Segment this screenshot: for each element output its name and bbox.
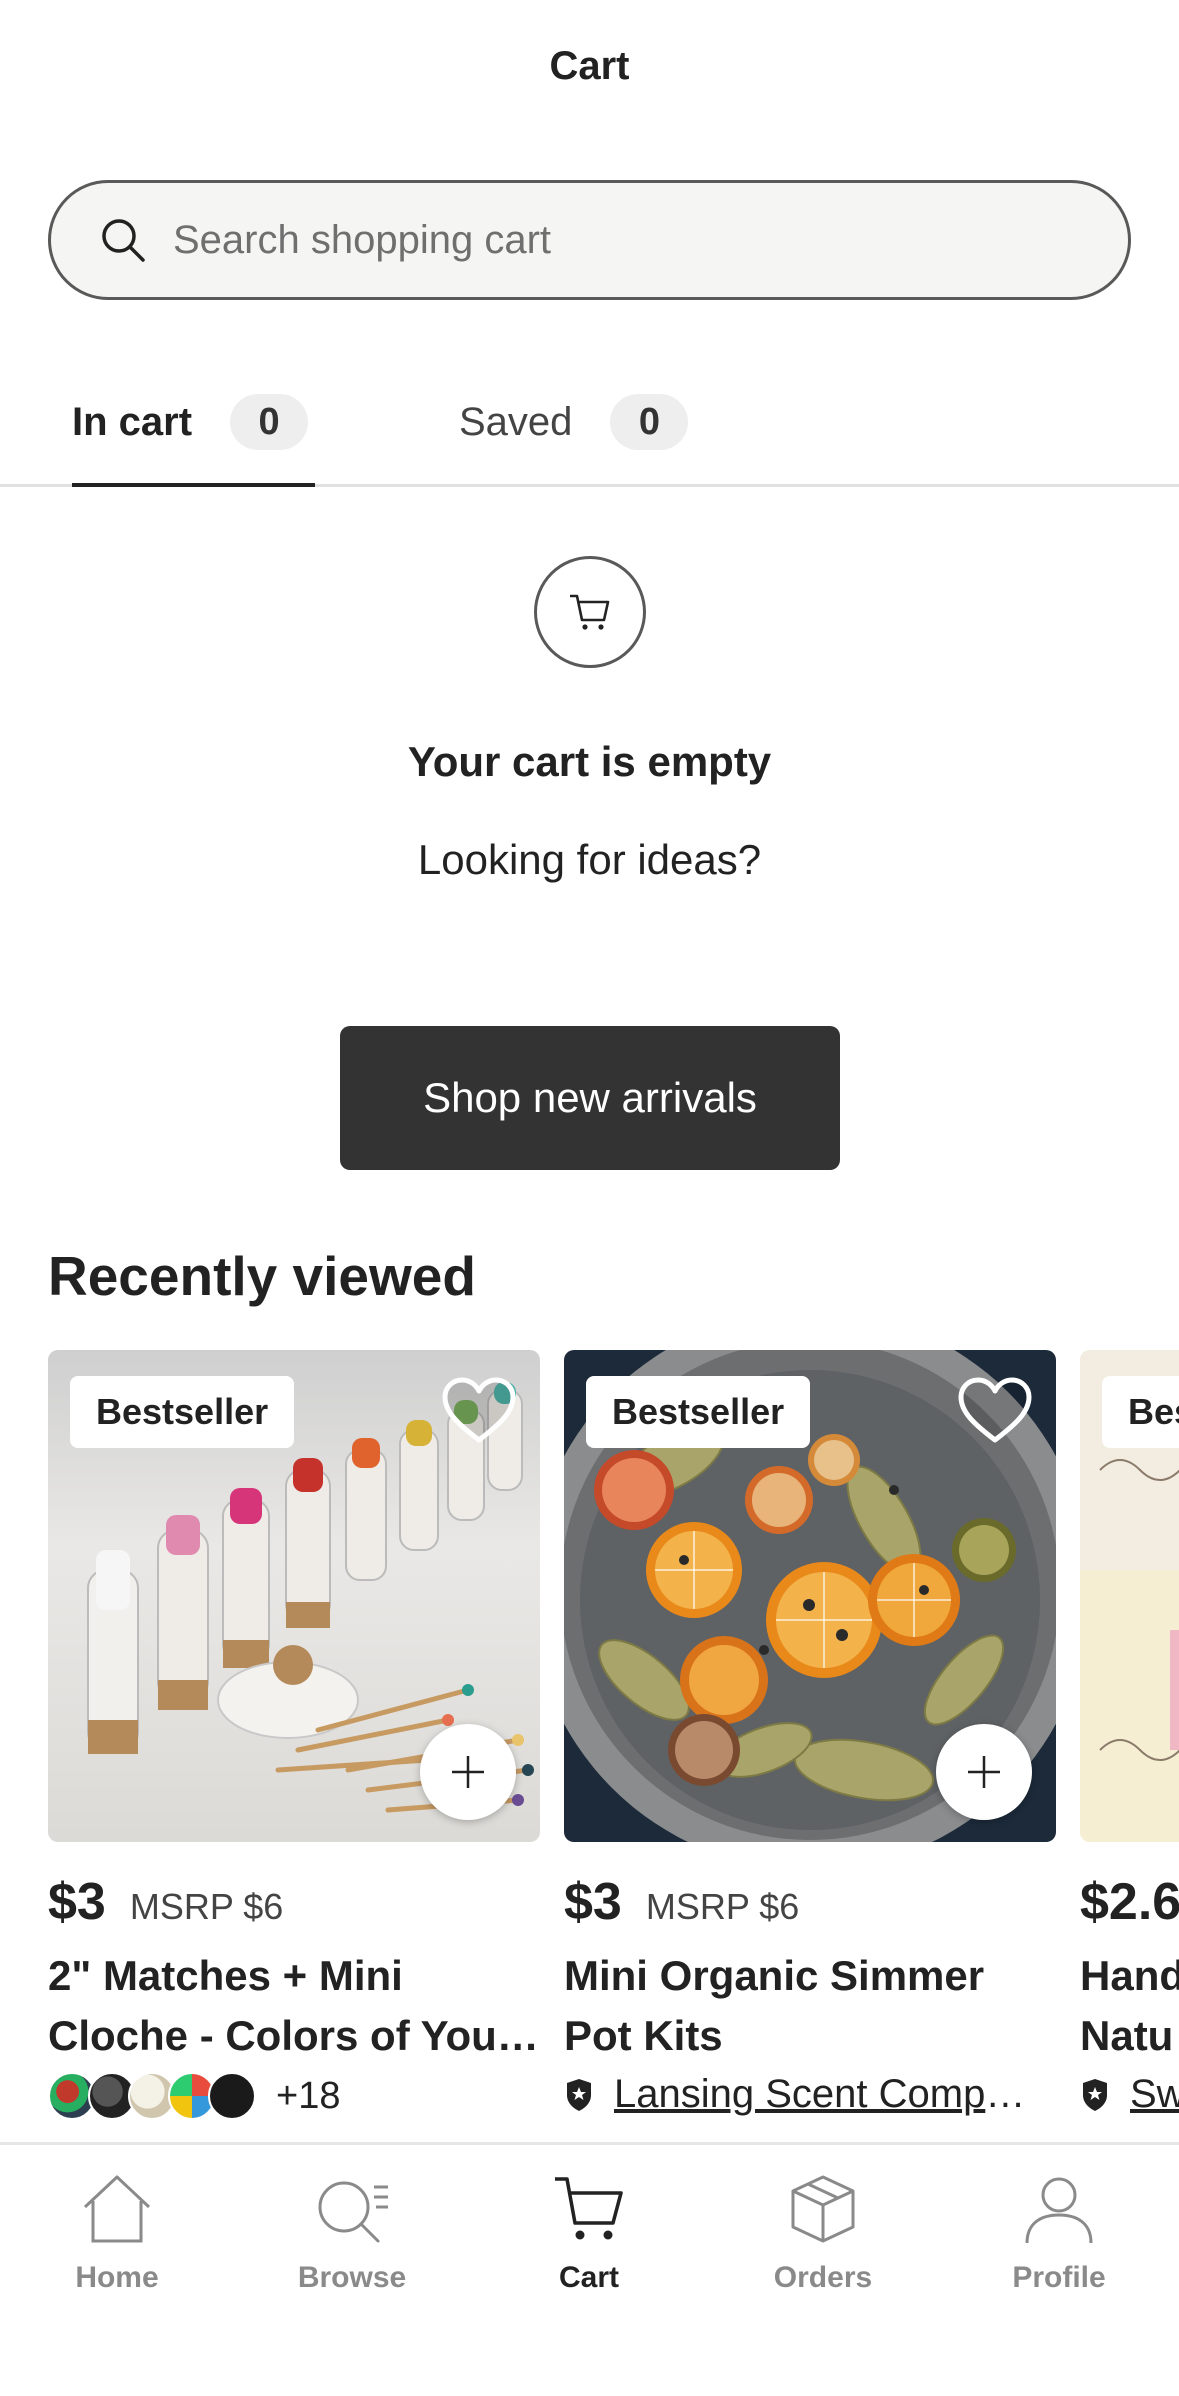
product-title-line: Natu — [1080, 2012, 1174, 2059]
tab-saved-label: Saved — [459, 400, 573, 444]
cart-icon — [555, 2177, 623, 2240]
tab-in-cart[interactable]: In cart 0 — [72, 380, 315, 487]
shop-name[interactable]: Lansing Scent Company — [614, 2072, 1044, 2117]
bottom-nav: Home Browse Cart Orders Profile — [0, 2142, 1179, 2396]
product-title[interactable]: Mini Organic Simmer Pot Kits — [564, 1946, 1056, 2066]
add-to-cart-button[interactable] — [936, 1724, 1032, 1820]
price-row: $3 MSRP $6 — [564, 1872, 799, 1932]
star-seller-badge-icon — [567, 2078, 591, 2111]
tab-in-cart-label: In cart — [72, 400, 193, 444]
search-icon — [102, 219, 145, 262]
nav-orders[interactable]: Orders — [743, 2169, 903, 2295]
shop-link[interactable]: Sw — [1080, 2072, 1179, 2117]
tab-in-cart-count: 0 — [230, 394, 309, 450]
nav-browse-label: Browse — [297, 2261, 407, 2294]
product-title-line: Hand — [1080, 1952, 1179, 1999]
nav-browse[interactable]: Browse — [272, 2169, 432, 2295]
shop-new-arrivals-button[interactable]: Shop new arrivals — [340, 1026, 840, 1170]
search-input[interactable] — [173, 217, 1073, 263]
price: $2.6 — [1080, 1873, 1179, 1931]
nav-cart-label: Cart — [558, 2261, 619, 2294]
star-seller-badge-icon — [1083, 2078, 1107, 2111]
add-to-cart-button[interactable] — [420, 1724, 516, 1820]
empty-cart-subtitle: Looking for ideas? — [417, 836, 762, 883]
plus-icon — [968, 1756, 1000, 1788]
bestseller-badge: Bestseller — [1102, 1376, 1179, 1448]
product-title-line: 2" Matches + Mini — [48, 1952, 403, 1999]
heart-icon[interactable] — [956, 1376, 1034, 1446]
browse-icon — [318, 2181, 388, 2243]
more-variants-count: +18 — [276, 2074, 341, 2117]
tab-saved[interactable]: Saved 0 — [459, 380, 689, 487]
product-title-line: Pot Kits — [564, 2012, 723, 2059]
product-card[interactable]: Bestseller $2.6 Hand Natu Sw — [1080, 1350, 1179, 2150]
recently-viewed-title: Recently viewed — [48, 1245, 476, 1307]
price: $3 — [48, 1873, 106, 1931]
msrp: MSRP $6 — [129, 1886, 284, 1927]
empty-cart-title: Your cart is empty — [407, 738, 772, 785]
nav-home-label: Home — [75, 2261, 159, 2294]
price-row: $3 MSRP $6 — [48, 1872, 283, 1932]
cart-tabs: In cart 0 Saved 0 — [0, 380, 1179, 487]
cart-icon — [570, 594, 610, 630]
shop-link[interactable]: Lansing Scent Company — [564, 2072, 1044, 2117]
msrp: MSRP $6 — [645, 1886, 800, 1927]
product-title[interactable]: 2" Matches + Mini Cloche - Colors of You… — [48, 1946, 540, 2066]
product-title-line: Cloche - Colors of Your Choice — [48, 2012, 540, 2059]
profile-icon — [1025, 2177, 1093, 2244]
nav-cart[interactable]: Cart — [509, 2169, 669, 2295]
heart-icon[interactable] — [440, 1376, 518, 1446]
price: $3 — [564, 1873, 622, 1931]
swatch — [208, 2072, 256, 2120]
nav-profile-label: Profile — [1012, 2261, 1106, 2294]
price-row: $2.6 — [1080, 1872, 1179, 1932]
product-image[interactable]: Bestseller — [1080, 1350, 1179, 1842]
plus-icon — [452, 1756, 484, 1788]
box-icon — [791, 2175, 855, 2243]
nav-orders-label: Orders — [773, 2261, 873, 2294]
product-title-line: Mini Organic Simmer — [564, 1952, 985, 1999]
nav-home[interactable]: Home — [37, 2169, 197, 2295]
nav-profile[interactable]: Profile — [979, 2169, 1139, 2295]
home-icon — [83, 2175, 151, 2243]
bestseller-badge: Bestseller — [70, 1376, 295, 1448]
search-bar[interactable] — [48, 180, 1131, 300]
shop-name[interactable]: Sw — [1130, 2072, 1179, 2117]
tab-saved-count: 0 — [610, 394, 689, 450]
product-title[interactable]: Hand Natu — [1080, 1946, 1179, 2066]
page-title: Cart — [549, 44, 630, 88]
bestseller-badge: Bestseller — [586, 1376, 811, 1448]
variant-swatches[interactable]: +18 — [48, 2072, 340, 2120]
empty-cart-icon — [534, 556, 646, 668]
